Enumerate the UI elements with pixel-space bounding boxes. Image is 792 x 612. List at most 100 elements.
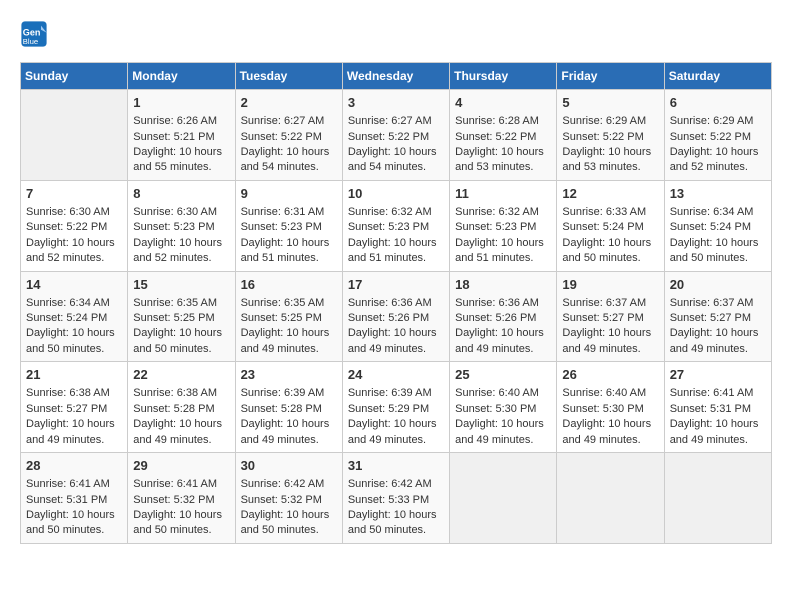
calendar-cell: 22Sunrise: 6:38 AMSunset: 5:28 PMDayligh… — [128, 362, 235, 453]
cell-info-line: Sunrise: 6:30 AM — [133, 205, 229, 220]
cell-info-line: and 50 minutes. — [241, 523, 337, 538]
cell-info-line: Daylight: 10 hours — [348, 417, 444, 432]
cell-info-line: Sunrise: 6:34 AM — [670, 205, 766, 220]
cell-info-line: and 49 minutes. — [348, 433, 444, 448]
cell-info-line: and 49 minutes. — [562, 433, 658, 448]
weekday-header: Monday — [128, 63, 235, 90]
calendar-cell: 26Sunrise: 6:40 AMSunset: 5:30 PMDayligh… — [557, 362, 664, 453]
cell-info-line: and 52 minutes. — [133, 251, 229, 266]
cell-info-line: Sunset: 5:27 PM — [26, 402, 122, 417]
day-number: 14 — [26, 276, 122, 294]
cell-info-line: Sunset: 5:27 PM — [562, 311, 658, 326]
day-number: 7 — [26, 185, 122, 203]
cell-info-line: Sunrise: 6:33 AM — [562, 205, 658, 220]
calendar-body: 1Sunrise: 6:26 AMSunset: 5:21 PMDaylight… — [21, 90, 772, 544]
cell-info-line: Sunset: 5:26 PM — [348, 311, 444, 326]
cell-info-line: Daylight: 10 hours — [670, 326, 766, 341]
cell-info-line: Daylight: 10 hours — [133, 326, 229, 341]
calendar-cell: 8Sunrise: 6:30 AMSunset: 5:23 PMDaylight… — [128, 180, 235, 271]
cell-info-line: Daylight: 10 hours — [670, 145, 766, 160]
cell-info-line: Daylight: 10 hours — [241, 145, 337, 160]
cell-info-line: Daylight: 10 hours — [455, 326, 551, 341]
cell-info-line: Daylight: 10 hours — [348, 236, 444, 251]
cell-info-line: and 50 minutes. — [348, 523, 444, 538]
calendar-cell: 19Sunrise: 6:37 AMSunset: 5:27 PMDayligh… — [557, 271, 664, 362]
day-number: 24 — [348, 366, 444, 384]
cell-info-line: Sunrise: 6:38 AM — [26, 386, 122, 401]
cell-info-line: Sunset: 5:30 PM — [562, 402, 658, 417]
cell-info-line: Sunrise: 6:40 AM — [455, 386, 551, 401]
day-number: 31 — [348, 457, 444, 475]
cell-info-line: Sunset: 5:22 PM — [26, 220, 122, 235]
calendar-week-row: 14Sunrise: 6:34 AMSunset: 5:24 PMDayligh… — [21, 271, 772, 362]
cell-info-line: Daylight: 10 hours — [26, 326, 122, 341]
cell-info-line: and 52 minutes. — [670, 160, 766, 175]
calendar-cell: 13Sunrise: 6:34 AMSunset: 5:24 PMDayligh… — [664, 180, 771, 271]
cell-info-line: Sunset: 5:24 PM — [26, 311, 122, 326]
day-number: 3 — [348, 94, 444, 112]
svg-text:Gen: Gen — [23, 27, 41, 37]
logo: Gen Blue — [20, 20, 52, 48]
day-number: 9 — [241, 185, 337, 203]
calendar-cell: 2Sunrise: 6:27 AMSunset: 5:22 PMDaylight… — [235, 90, 342, 181]
cell-info-line: Sunset: 5:33 PM — [348, 493, 444, 508]
cell-info-line: Sunrise: 6:41 AM — [26, 477, 122, 492]
weekday-header: Thursday — [450, 63, 557, 90]
cell-info-line: and 54 minutes. — [241, 160, 337, 175]
cell-info-line: Sunset: 5:24 PM — [670, 220, 766, 235]
calendar-table: SundayMondayTuesdayWednesdayThursdayFrid… — [20, 62, 772, 544]
day-number: 16 — [241, 276, 337, 294]
cell-info-line: Daylight: 10 hours — [133, 417, 229, 432]
cell-info-line: Daylight: 10 hours — [455, 145, 551, 160]
calendar-cell — [557, 453, 664, 544]
cell-info-line: Sunrise: 6:32 AM — [455, 205, 551, 220]
calendar-cell: 18Sunrise: 6:36 AMSunset: 5:26 PMDayligh… — [450, 271, 557, 362]
cell-info-line: Daylight: 10 hours — [133, 145, 229, 160]
cell-info-line: Sunset: 5:21 PM — [133, 130, 229, 145]
cell-info-line: Daylight: 10 hours — [241, 326, 337, 341]
cell-info-line: Sunrise: 6:40 AM — [562, 386, 658, 401]
weekday-header: Wednesday — [342, 63, 449, 90]
cell-info-line: Sunset: 5:26 PM — [455, 311, 551, 326]
cell-info-line: Sunset: 5:23 PM — [133, 220, 229, 235]
cell-info-line: Sunrise: 6:35 AM — [241, 296, 337, 311]
svg-text:Blue: Blue — [23, 37, 38, 46]
calendar-week-row: 21Sunrise: 6:38 AMSunset: 5:27 PMDayligh… — [21, 362, 772, 453]
cell-info-line: and 49 minutes. — [455, 433, 551, 448]
cell-info-line: and 50 minutes. — [133, 523, 229, 538]
cell-info-line: Sunrise: 6:28 AM — [455, 114, 551, 129]
calendar-cell: 5Sunrise: 6:29 AMSunset: 5:22 PMDaylight… — [557, 90, 664, 181]
cell-info-line: Sunrise: 6:32 AM — [348, 205, 444, 220]
day-number: 1 — [133, 94, 229, 112]
cell-info-line: and 51 minutes. — [455, 251, 551, 266]
day-number: 15 — [133, 276, 229, 294]
cell-info-line: and 50 minutes. — [26, 523, 122, 538]
cell-info-line: Daylight: 10 hours — [670, 236, 766, 251]
weekday-header: Friday — [557, 63, 664, 90]
cell-info-line: and 54 minutes. — [348, 160, 444, 175]
cell-info-line: Sunset: 5:23 PM — [455, 220, 551, 235]
calendar-week-row: 28Sunrise: 6:41 AMSunset: 5:31 PMDayligh… — [21, 453, 772, 544]
cell-info-line: Sunrise: 6:27 AM — [241, 114, 337, 129]
cell-info-line: Sunrise: 6:30 AM — [26, 205, 122, 220]
cell-info-line: Sunrise: 6:41 AM — [670, 386, 766, 401]
cell-info-line: Sunset: 5:23 PM — [241, 220, 337, 235]
cell-info-line: Sunset: 5:25 PM — [241, 311, 337, 326]
cell-info-line: Sunset: 5:22 PM — [562, 130, 658, 145]
cell-info-line: Sunrise: 6:26 AM — [133, 114, 229, 129]
cell-info-line: Sunrise: 6:36 AM — [455, 296, 551, 311]
day-number: 27 — [670, 366, 766, 384]
cell-info-line: Sunrise: 6:37 AM — [670, 296, 766, 311]
cell-info-line: Sunrise: 6:29 AM — [670, 114, 766, 129]
cell-info-line: Sunset: 5:29 PM — [348, 402, 444, 417]
cell-info-line: and 49 minutes. — [241, 433, 337, 448]
cell-info-line: Daylight: 10 hours — [26, 417, 122, 432]
calendar-cell: 20Sunrise: 6:37 AMSunset: 5:27 PMDayligh… — [664, 271, 771, 362]
calendar-cell: 30Sunrise: 6:42 AMSunset: 5:32 PMDayligh… — [235, 453, 342, 544]
day-number: 23 — [241, 366, 337, 384]
weekday-header: Tuesday — [235, 63, 342, 90]
day-number: 25 — [455, 366, 551, 384]
calendar-cell — [21, 90, 128, 181]
day-number: 6 — [670, 94, 766, 112]
cell-info-line: Sunrise: 6:42 AM — [241, 477, 337, 492]
